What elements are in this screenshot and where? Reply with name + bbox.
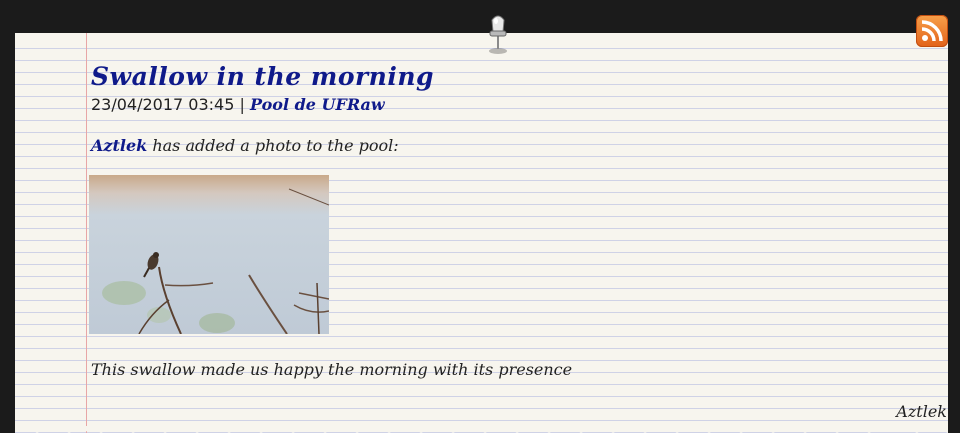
added-line: Aztlek has added a photo to the pool:: [91, 136, 399, 155]
post-author: Aztlek: [896, 402, 947, 421]
post-title[interactable]: Swallow in the morning: [91, 62, 434, 91]
torn-edge: [15, 426, 948, 433]
user-link[interactable]: Aztlek: [91, 136, 147, 155]
swallow-photo[interactable]: [89, 175, 329, 334]
pool-link[interactable]: Pool de UFRaw: [250, 95, 385, 114]
push-pin-icon: [487, 14, 509, 56]
post-meta: 23/04/2017 03:45 | Pool de UFRaw: [91, 95, 385, 114]
post-date: 23/04/2017 03:45: [91, 95, 235, 114]
meta-separator: |: [239, 95, 245, 114]
photo-caption: This swallow made us happy the morning w…: [91, 360, 573, 379]
added-text: has added a photo to the pool:: [147, 136, 399, 155]
margin-line: [86, 33, 87, 433]
rss-feed-icon[interactable]: [916, 15, 948, 47]
